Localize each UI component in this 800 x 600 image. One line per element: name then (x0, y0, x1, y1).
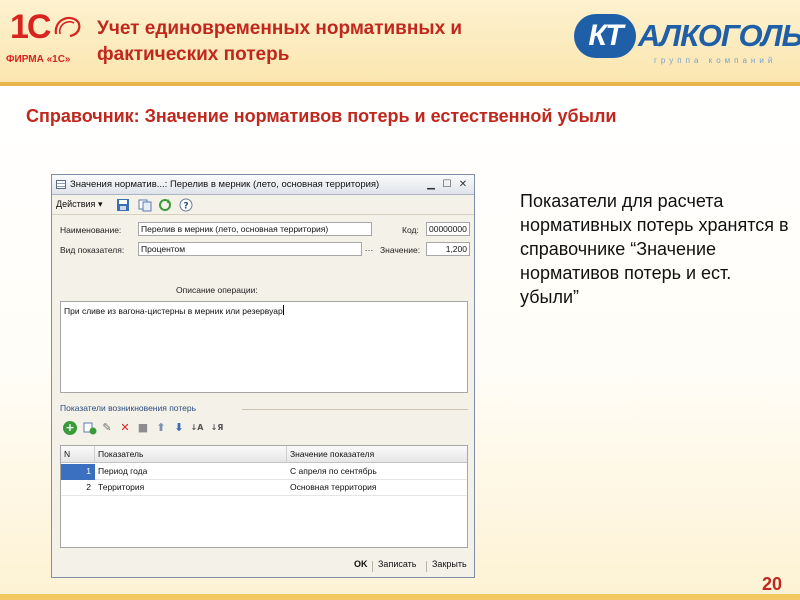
logo-kt-subtitle: группа компаний (654, 56, 777, 65)
form-footer: OK Записать Закрыть (52, 555, 474, 577)
name-field[interactable]: Перелив в мерник (лето, основная террито… (138, 222, 372, 236)
refresh-icon[interactable] (158, 198, 172, 212)
add-row-icon[interactable]: + (63, 421, 77, 435)
delete-row-icon[interactable]: ✕ (118, 421, 132, 435)
end-edit-icon[interactable]: ■ (136, 421, 150, 435)
table-row[interactable]: 2 Территория Основная территория (61, 480, 467, 496)
indicator-kind-label: Вид показателя: (60, 245, 125, 255)
description-label: Описание операции: (176, 285, 258, 295)
logo-kt-alkogol: КТ АЛКОГОЛЬ группа компаний (574, 12, 800, 72)
loss-indicators-group-title: Показатели возникновения потерь (60, 403, 197, 413)
slide-description: Показатели для расчета нормативных потер… (520, 191, 789, 307)
save-icon[interactable] (116, 198, 130, 212)
slide-number: 20 (761, 574, 782, 594)
logo-1c-text: 1С (10, 8, 51, 46)
name-label: Наименование: (60, 225, 122, 235)
footer-separator (372, 561, 373, 572)
row-value: С апреля по сентябрь (290, 466, 377, 476)
move-up-icon[interactable]: ⬆ (154, 421, 168, 435)
text-cursor (282, 305, 284, 315)
logo-kt-word: АЛКОГОЛЬ (638, 18, 800, 53)
form-icon (56, 180, 66, 189)
actions-menu-button[interactable]: Действия ▾ (56, 199, 102, 210)
description-textarea[interactable]: При сливе из вагона-цистерны в мерник ил… (60, 301, 468, 393)
move-down-icon[interactable]: ⬇ (172, 421, 186, 435)
code-label: Код: (402, 225, 419, 235)
logo-1c-swirl-icon (54, 16, 81, 38)
value-field[interactable]: 1,200 (426, 242, 470, 256)
minimize-icon[interactable]: ▁ (425, 179, 437, 191)
row-number: 1 (61, 464, 95, 480)
close-icon[interactable]: ✕ (457, 179, 469, 191)
sort-ascending-icon[interactable]: ↓A (190, 421, 204, 435)
sort-descending-icon[interactable]: ↓Я (210, 421, 224, 435)
group-divider (242, 409, 468, 410)
window-titlebar[interactable]: Значения норматив...: Перелив в мерник (… (52, 175, 474, 195)
row-indicator: Территория (98, 482, 145, 492)
actions-menu-label: Действия (56, 199, 96, 209)
window-title: Значения норматив...: Перелив в мерник (… (70, 179, 380, 190)
table-header: N Показатель Значение показателя (61, 446, 467, 463)
catalog-form-window: Значения норматив...: Перелив в мерник (… (51, 174, 475, 578)
column-header-indicator[interactable]: Показатель (95, 446, 287, 463)
indicator-kind-field[interactable]: Процентом (138, 242, 362, 256)
form-toolbar: Действия ▾ ? (52, 195, 474, 215)
value-label: Значение: (380, 245, 421, 255)
description-text: При сливе из вагона-цистерны в мерник ил… (64, 306, 283, 316)
row-number: 2 (86, 482, 91, 492)
close-button[interactable]: Закрыть (432, 559, 467, 569)
code-field[interactable]: 00000000 (426, 222, 470, 236)
loss-indicators-table[interactable]: N Показатель Значение показателя 1 Перио… (60, 445, 468, 548)
save-button[interactable]: Записать (378, 559, 416, 569)
maximize-icon[interactable]: ☐ (441, 179, 453, 191)
slide-bottom-bar (0, 594, 800, 600)
footer-separator (426, 561, 427, 572)
logo-1c-caption: ФИРМА «1С» (6, 54, 71, 65)
copy-icon[interactable] (138, 198, 152, 212)
svg-text:?: ? (183, 202, 188, 212)
logo-kt-badge: КТ (574, 14, 636, 58)
edit-row-icon[interactable]: ✎ (100, 421, 114, 435)
page-title: Справочник: Значение нормативов потерь и… (26, 106, 617, 126)
header-title: Учет единовременных нормативных и фактич… (97, 18, 463, 65)
column-header-value[interactable]: Значение показателя (287, 446, 467, 463)
table-row[interactable]: 1 Период года С апреля по сентябрь (61, 464, 467, 480)
row-indicator: Период года (98, 466, 148, 476)
copy-row-icon[interactable] (83, 421, 97, 435)
help-icon[interactable]: ? (179, 198, 193, 212)
column-header-n[interactable]: N (61, 446, 95, 463)
ok-button[interactable]: OK (354, 559, 368, 569)
select-kind-button[interactable]: … (363, 242, 375, 256)
row-value: Основная территория (290, 482, 377, 492)
logo-1c: 1С ФИРМА «1С» (6, 8, 88, 72)
